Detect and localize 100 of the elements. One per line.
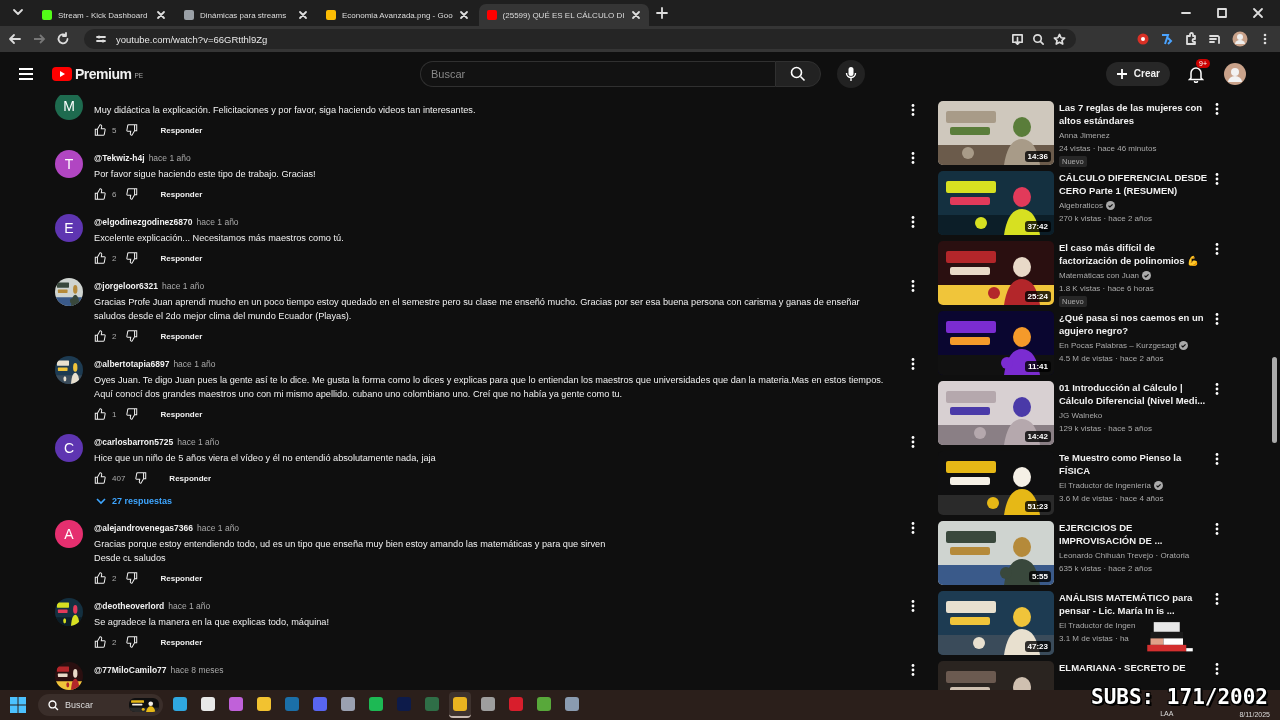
user-avatar[interactable]: T <box>55 150 83 178</box>
channel-name[interactable]: El Traductor de Ingeniería <box>1059 479 1152 492</box>
comment-time[interactable]: hace 1 año <box>148 153 191 163</box>
comment-time[interactable]: hace 1 año <box>177 437 220 447</box>
thumbs-down-icon[interactable] <box>126 408 139 420</box>
windows-start-icon[interactable] <box>10 697 26 713</box>
comment-time[interactable]: hace 8 meses <box>170 665 224 675</box>
reply-button[interactable]: Responder <box>152 185 211 203</box>
channel-name[interactable]: En Pocas Palabras – Kurzgesagt <box>1059 339 1177 352</box>
thumbs-up-icon[interactable] <box>94 636 106 648</box>
media-icon[interactable] <box>1208 32 1222 46</box>
more-actions-icon[interactable] <box>911 280 915 292</box>
more-actions-icon[interactable] <box>1215 313 1219 325</box>
more-actions-icon[interactable] <box>1215 173 1219 185</box>
video-title[interactable]: El caso más difícil de factorización de polinomios 💪 <box>1059 241 1209 267</box>
close-icon[interactable] <box>1252 7 1264 19</box>
thumbs-down-icon[interactable] <box>126 188 139 200</box>
more-actions-icon[interactable] <box>1215 243 1219 255</box>
close-icon[interactable] <box>630 10 641 20</box>
address-bar[interactable]: youtube.com/watch?v=66GRtthl9Zg <box>84 29 1076 49</box>
thumbs-down-icon[interactable] <box>126 124 139 136</box>
more-actions-icon[interactable] <box>1215 523 1219 535</box>
user-avatar[interactable]: C <box>55 434 83 462</box>
comment-author[interactable]: @carlosbarron5725 <box>94 437 174 447</box>
comment-time[interactable]: hace 1 año <box>173 359 216 369</box>
replies-toggle[interactable]: 27 respuestas <box>94 491 177 511</box>
comment-time[interactable]: hace 1 año <box>168 601 211 611</box>
scrollbar[interactable] <box>1272 357 1277 443</box>
thumbs-down-icon[interactable] <box>126 252 139 264</box>
video-title[interactable]: EJERCICIOS DE IMPROVISACIÓN DE ... <box>1059 521 1209 547</box>
extension-icon[interactable] <box>1160 32 1174 46</box>
video-title[interactable]: CÁLCULO DIFERENCIAL DESDE CERO Parte 1 (RESUMEN) <box>1059 171 1209 197</box>
thumbs-up-icon[interactable] <box>94 408 106 420</box>
more-actions-icon[interactable] <box>911 104 915 116</box>
extension-icon[interactable] <box>1136 32 1150 46</box>
more-actions-icon[interactable] <box>1215 103 1219 115</box>
reload-icon[interactable] <box>56 32 70 46</box>
comment-time[interactable]: hace 1 año <box>162 281 205 291</box>
user-avatar[interactable]: E <box>55 214 83 242</box>
channel-name[interactable]: Anna Jimenez <box>1059 129 1110 142</box>
more-actions-icon[interactable] <box>911 358 915 370</box>
search-field[interactable]: Buscar <box>420 60 775 87</box>
thumbs-down-icon[interactable] <box>126 636 139 648</box>
reply-button[interactable]: Responder <box>161 469 220 487</box>
comment-author[interactable]: @albertotapia6897 <box>94 359 170 369</box>
back-icon[interactable] <box>8 32 22 46</box>
browser-tab[interactable]: Stream - Kick Dashboard <box>34 4 174 26</box>
taskbar-app[interactable] <box>449 692 471 718</box>
thumbs-down-icon[interactable] <box>135 472 148 484</box>
voice-search-button[interactable] <box>837 59 865 88</box>
account-avatar-icon[interactable] <box>1224 62 1246 85</box>
video-title[interactable]: ELMARIANA - SECRETO DE <box>1059 661 1186 674</box>
thumbs-down-icon[interactable] <box>126 330 139 342</box>
video-title[interactable]: 01 Introducción al Cálculo | Cálculo Diferencial (Nivel Medi... <box>1059 381 1209 407</box>
zoom-icon[interactable] <box>1032 32 1045 46</box>
more-actions-icon[interactable] <box>911 522 915 534</box>
browser-tab[interactable]: (25599) QUÉ ES EL CÁLCULO DI <box>478 4 649 26</box>
thumbs-up-icon[interactable] <box>94 188 106 200</box>
reply-button[interactable]: Responder <box>152 569 211 587</box>
comment-time[interactable]: hace 1 año <box>196 217 239 227</box>
comment-author[interactable]: @alejandrovenegas7366 <box>94 523 193 533</box>
install-icon[interactable] <box>1011 32 1024 46</box>
channel-name[interactable]: Algebraticos <box>1059 199 1104 212</box>
user-avatar[interactable]: A <box>55 520 83 548</box>
close-icon[interactable] <box>156 10 166 20</box>
reply-button[interactable]: Responder <box>152 405 211 423</box>
video-title[interactable]: Las 7 reglas de las mujeres con altos estándares <box>1059 101 1209 127</box>
more-actions-icon[interactable] <box>911 152 915 164</box>
more-actions-icon[interactable] <box>911 600 915 612</box>
close-icon[interactable] <box>458 10 469 20</box>
video-title[interactable]: ¿Qué pasa si nos caemos en un agujero negro? <box>1059 311 1209 337</box>
menu-icon[interactable] <box>18 66 34 81</box>
thumbs-down-icon[interactable] <box>126 572 139 584</box>
taskbar-search[interactable]: Buscar <box>38 694 163 716</box>
more-actions-icon[interactable] <box>1215 453 1219 465</box>
reply-button[interactable]: Responder <box>152 327 211 345</box>
user-avatar[interactable]: M <box>55 95 83 120</box>
comment-author[interactable]: @elgodinezgodinez6870 <box>94 217 193 227</box>
reply-button[interactable]: Responder <box>152 633 211 651</box>
star-icon[interactable] <box>1053 32 1066 46</box>
video-title[interactable]: Te Muestro como Pienso la FÍSICA <box>1059 451 1209 477</box>
more-actions-icon[interactable] <box>1215 663 1219 675</box>
more-actions-icon[interactable] <box>911 436 915 448</box>
forward-icon[interactable] <box>32 32 46 46</box>
search-button[interactable] <box>775 60 821 87</box>
channel-name[interactable]: JG Walneko <box>1059 409 1103 422</box>
more-actions-icon[interactable] <box>911 664 915 676</box>
comment-time[interactable]: hace 1 año <box>197 523 240 533</box>
thumbs-up-icon[interactable] <box>94 572 106 584</box>
thumbs-up-icon[interactable] <box>94 124 106 136</box>
maximize-icon[interactable] <box>1216 7 1228 19</box>
new-tab-icon[interactable] <box>654 6 669 20</box>
reply-button[interactable]: Responder <box>152 121 211 139</box>
comment-author[interactable]: @77MiloCamilo77 <box>94 665 167 675</box>
create-button[interactable]: Crear <box>1105 61 1170 86</box>
channel-name[interactable]: Matemáticas con Juan <box>1059 269 1140 282</box>
reply-button[interactable]: Responder <box>152 249 211 267</box>
thumbs-up-icon[interactable] <box>94 252 106 264</box>
more-actions-icon[interactable] <box>1215 593 1219 605</box>
thumbs-up-icon[interactable] <box>94 472 106 484</box>
